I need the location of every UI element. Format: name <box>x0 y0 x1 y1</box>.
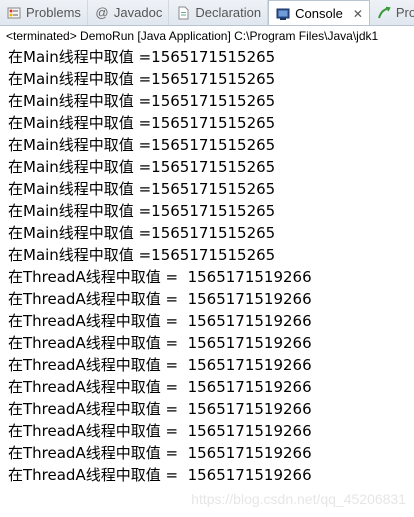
console-line: 在ThreadA线程中取值 = 1565171519266 <box>8 400 312 418</box>
console-line: 在ThreadA线程中取值 = 1565171519266 <box>8 466 312 484</box>
problems-icon <box>6 5 22 21</box>
tab-declaration[interactable]: Declaration <box>169 0 269 25</box>
at-sign-icon: @ <box>95 5 109 20</box>
console-status-line: <terminated> DemoRun [Java Application] … <box>6 29 379 43</box>
console-line: 在Main线程中取值 =1565171515265 <box>8 246 276 264</box>
console-output: 在Main线程中取值 =1565171515265 在Main线程中取值 =156… <box>8 46 414 486</box>
console-line: 在Main线程中取值 =1565171515265 <box>8 92 276 110</box>
console-line: 在Main线程中取值 =1565171515265 <box>8 136 276 154</box>
tab-problems[interactable]: Problems <box>0 0 88 25</box>
console-line: 在ThreadA线程中取值 = 1565171519266 <box>8 356 312 374</box>
console-line: 在ThreadA线程中取值 = 1565171519266 <box>8 290 312 308</box>
tab-label: Console <box>295 6 343 21</box>
tab-label: Javadoc <box>113 5 163 20</box>
console-line: 在Main线程中取值 =1565171515265 <box>8 48 276 66</box>
console-line: 在Main线程中取值 =1565171515265 <box>8 158 276 176</box>
console-line: 在ThreadA线程中取值 = 1565171519266 <box>8 378 312 396</box>
close-icon[interactable]: ✕ <box>353 7 363 21</box>
tab-progress[interactable]: Progre <box>370 0 414 25</box>
console-line: 在Main线程中取值 =1565171515265 <box>8 224 276 242</box>
console-line: 在Main线程中取值 =1565171515265 <box>8 114 276 132</box>
console-line: 在ThreadA线程中取值 = 1565171519266 <box>8 268 312 286</box>
console-line: 在Main线程中取值 =1565171515265 <box>8 202 276 220</box>
view-tab-bar: Problems @ Javadoc Declaration Console ✕… <box>0 0 414 26</box>
tab-javadoc[interactable]: @ Javadoc <box>88 0 170 25</box>
tab-label: Problems <box>26 5 81 20</box>
console-line: 在ThreadA线程中取值 = 1565171519266 <box>8 444 312 462</box>
console-line: 在ThreadA线程中取值 = 1565171519266 <box>8 312 312 330</box>
progress-icon <box>376 5 392 21</box>
tab-console[interactable]: Console ✕ <box>268 0 370 25</box>
console-icon <box>275 6 291 22</box>
console-line: 在ThreadA线程中取值 = 1565171519266 <box>8 334 312 352</box>
tab-label: Progre <box>395 5 414 20</box>
tab-label: Declaration <box>195 5 262 20</box>
console-line: 在ThreadA线程中取值 = 1565171519266 <box>8 422 312 440</box>
console-line: 在Main线程中取值 =1565171515265 <box>8 180 276 198</box>
watermark: https://blog.csdn.net/qq_45206831 <box>191 491 406 507</box>
console-line: 在Main线程中取值 =1565171515265 <box>8 70 276 88</box>
declaration-icon <box>175 5 191 21</box>
